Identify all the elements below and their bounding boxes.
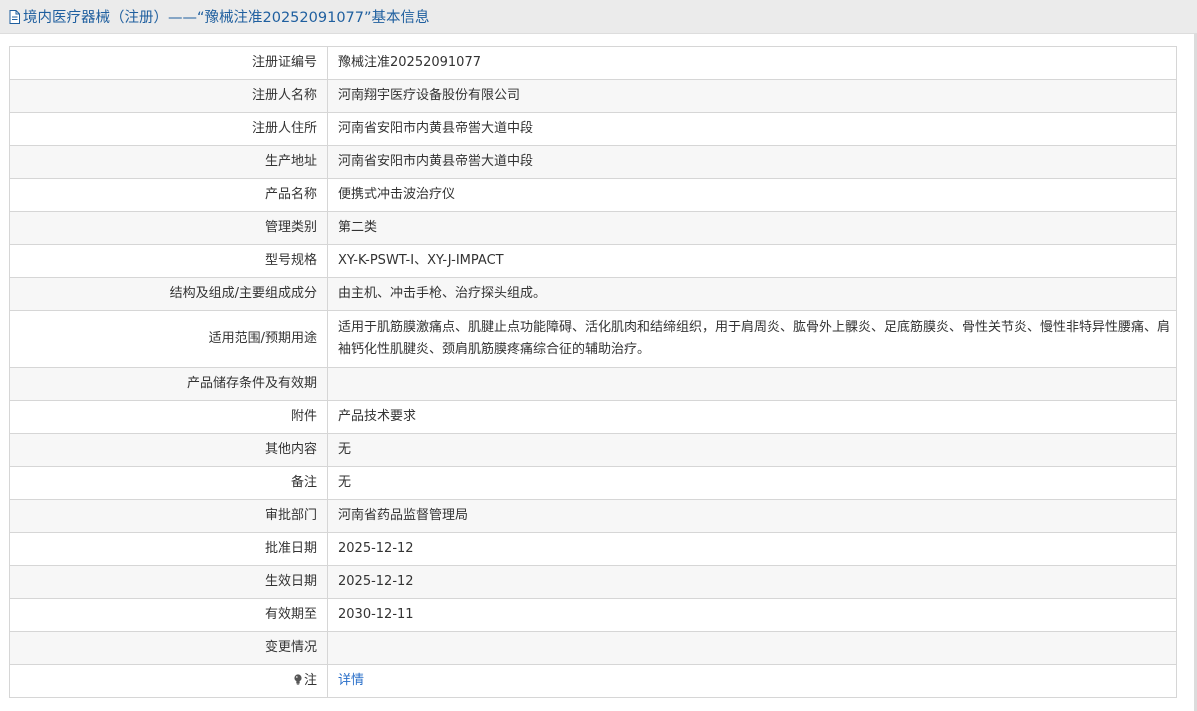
info-table: 注册证编号 豫械注准20252091077 注册人名称 河南翔宇医疗设备股份有限… <box>9 46 1177 698</box>
table-row: 审批部门 河南省药品监督管理局 <box>9 499 1177 533</box>
table-row: 型号规格 XY-K-PSWT-I、XY-J-IMPACT <box>9 244 1177 278</box>
row-value: XY-K-PSWT-I、XY-J-IMPACT <box>327 244 1177 278</box>
row-value: 2030-12-11 <box>327 598 1177 632</box>
row-label: 有效期至 <box>9 598 328 632</box>
row-label: 其他内容 <box>9 433 328 467</box>
table-row: 变更情况 <box>9 631 1177 665</box>
row-value: 无 <box>327 433 1177 467</box>
row-value: 河南省安阳市内黄县帝喾大道中段 <box>327 112 1177 146</box>
lightbulb-icon <box>294 674 302 685</box>
row-label: 产品名称 <box>9 178 328 212</box>
row-value: 由主机、冲击手枪、治疗探头组成。 <box>327 277 1177 311</box>
row-label: 变更情况 <box>9 631 328 665</box>
table-row: 批准日期 2025-12-12 <box>9 532 1177 566</box>
row-label: 适用范围/预期用途 <box>9 310 328 368</box>
info-panel: 注册证编号 豫械注准20252091077 注册人名称 河南翔宇医疗设备股份有限… <box>0 34 1197 711</box>
row-label: 生效日期 <box>9 565 328 599</box>
row-label: 批准日期 <box>9 532 328 566</box>
row-value: 河南省安阳市内黄县帝喾大道中段 <box>327 145 1177 179</box>
document-icon <box>9 9 20 24</box>
row-label: 生产地址 <box>9 145 328 179</box>
table-row: 结构及组成/主要组成成分 由主机、冲击手枪、治疗探头组成。 <box>9 277 1177 311</box>
row-label: 产品储存条件及有效期 <box>9 367 328 401</box>
table-row: 备注 无 <box>9 466 1177 500</box>
table-row: 适用范围/预期用途 适用于肌筋膜激痛点、肌腱止点功能障碍、活化肌肉和结缔组织，用… <box>9 310 1177 368</box>
page-header: 境内医疗器械（注册）——“豫械注准20252091077”基本信息 <box>0 0 1197 34</box>
row-value: 河南省药品监督管理局 <box>327 499 1177 533</box>
row-label: 注册人住所 <box>9 112 328 146</box>
row-label: 结构及组成/主要组成成分 <box>9 277 328 311</box>
table-row: 注册证编号 豫械注准20252091077 <box>9 46 1177 80</box>
table-row: 注册人名称 河南翔宇医疗设备股份有限公司 <box>9 79 1177 113</box>
row-value: 2025-12-12 <box>327 532 1177 566</box>
table-row: 有效期至 2030-12-11 <box>9 598 1177 632</box>
page-title: 境内医疗器械（注册）——“豫械注准20252091077”基本信息 <box>23 10 430 26</box>
row-value: 河南翔宇医疗设备股份有限公司 <box>327 79 1177 113</box>
row-value: 便携式冲击波治疗仪 <box>327 178 1177 212</box>
row-label: 附件 <box>9 400 328 434</box>
note-label-cell: 注 <box>9 664 328 698</box>
row-label: 管理类别 <box>9 211 328 245</box>
row-value: 第二类 <box>327 211 1177 245</box>
row-value: 2025-12-12 <box>327 565 1177 599</box>
row-label: 审批部门 <box>9 499 328 533</box>
row-label: 注 <box>303 673 317 688</box>
row-value: 产品技术要求 <box>327 400 1177 434</box>
table-row: 生效日期 2025-12-12 <box>9 565 1177 599</box>
row-label: 型号规格 <box>9 244 328 278</box>
table-row: 管理类别 第二类 <box>9 211 1177 245</box>
table-row: 生产地址 河南省安阳市内黄县帝喾大道中段 <box>9 145 1177 179</box>
table-row: 附件 产品技术要求 <box>9 400 1177 434</box>
row-value: 豫械注准20252091077 <box>327 46 1177 80</box>
row-value: 无 <box>327 466 1177 500</box>
note-value-cell: 详情 <box>327 664 1177 698</box>
row-value <box>327 631 1177 665</box>
row-label: 备注 <box>9 466 328 500</box>
details-link[interactable]: 详情 <box>338 673 364 688</box>
table-row: 其他内容 无 <box>9 433 1177 467</box>
table-row: 注册人住所 河南省安阳市内黄县帝喾大道中段 <box>9 112 1177 146</box>
table-row: 产品储存条件及有效期 <box>9 367 1177 401</box>
row-label: 注册证编号 <box>9 46 328 80</box>
table-row: 注 详情 <box>9 664 1177 698</box>
table-row: 产品名称 便携式冲击波治疗仪 <box>9 178 1177 212</box>
row-label: 注册人名称 <box>9 79 328 113</box>
row-value <box>327 367 1177 401</box>
row-value: 适用于肌筋膜激痛点、肌腱止点功能障碍、活化肌肉和结缔组织，用于肩周炎、肱骨外上髁… <box>327 310 1177 368</box>
